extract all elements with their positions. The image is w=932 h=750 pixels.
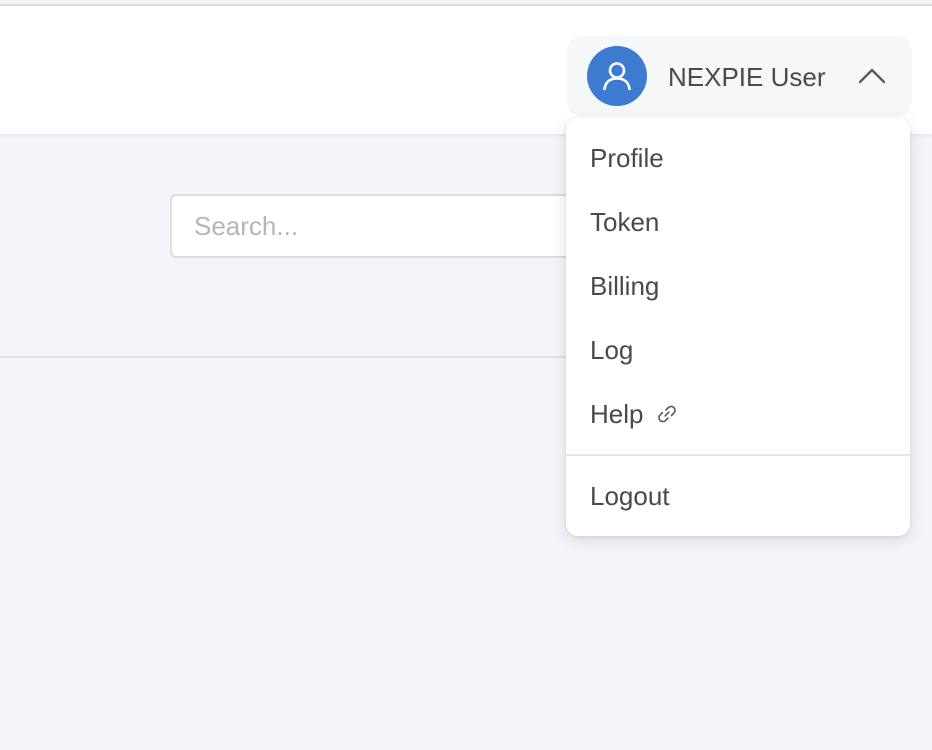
menu-item-label: Logout — [590, 481, 670, 511]
chevron-up-icon[interactable] — [855, 62, 889, 90]
dropdown-divider — [566, 454, 910, 456]
external-link-icon — [655, 402, 679, 426]
menu-item-label: Billing — [590, 271, 660, 301]
page: NEXPIE User Profile Token Billing Log He… — [0, 0, 932, 750]
menu-item-label: Profile — [590, 143, 664, 173]
user-dropdown-menu: Profile Token Billing Log Help Logout — [566, 118, 910, 536]
menu-item-billing[interactable]: Billing — [566, 254, 910, 318]
search-input[interactable] — [170, 194, 590, 258]
menu-item-label: Help — [590, 399, 644, 429]
content-divider — [0, 356, 600, 358]
menu-item-label: Token — [590, 207, 660, 237]
menu-item-help[interactable]: Help — [566, 382, 910, 446]
header: NEXPIE User — [0, 6, 932, 134]
menu-item-logout[interactable]: Logout — [566, 464, 910, 528]
menu-item-token[interactable]: Token — [566, 190, 910, 254]
user-name: NEXPIE User — [668, 62, 826, 92]
avatar[interactable] — [587, 46, 647, 106]
menu-item-log[interactable]: Log — [566, 318, 910, 382]
menu-item-profile[interactable]: Profile — [566, 126, 910, 190]
user-menu-toggle[interactable]: NEXPIE User — [567, 36, 912, 116]
user-icon — [587, 46, 647, 106]
menu-item-label: Log — [590, 335, 634, 365]
